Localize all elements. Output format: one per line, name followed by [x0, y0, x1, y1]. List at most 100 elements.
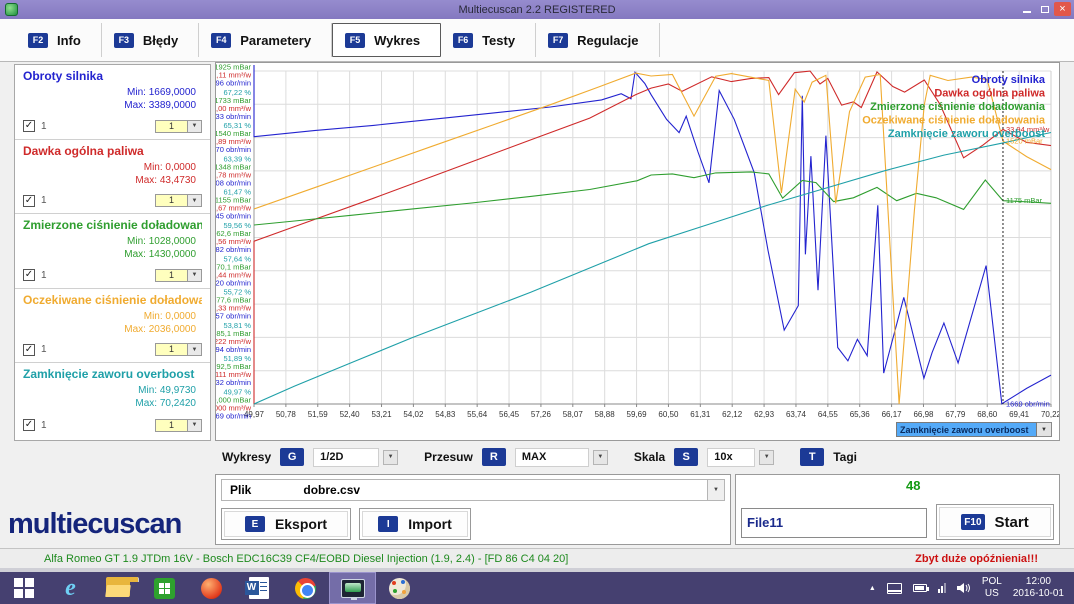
parameter-scale-select[interactable]: 1▼ [155, 343, 202, 356]
tab-info[interactable]: F2 Info [16, 23, 102, 57]
chevron-down-icon[interactable]: ▼ [1037, 422, 1052, 437]
chevron-down-icon[interactable]: ▼ [383, 450, 398, 465]
tagi-label[interactable]: Tagi [833, 450, 857, 464]
chevron-down-icon[interactable]: ▼ [188, 269, 202, 282]
wykresy-select[interactable]: 1/2D ▼ [313, 448, 398, 467]
file-select[interactable]: Plik dobre.csv ▼ [221, 479, 725, 501]
maximize-button[interactable] [1036, 2, 1053, 16]
chart-panel[interactable]: 49,9750,7851,5952,4053,2154,0254,8355,64… [215, 62, 1060, 441]
cursor-value-label: 1669 obr/min [1006, 400, 1050, 409]
parameter-min: Min: 0,0000 [23, 161, 202, 174]
parameter-max: Max: 2036,0000 [23, 323, 202, 336]
x-tick-label: 61,31 [690, 410, 711, 419]
status-bar: Alfa Romeo GT 1.9 JTDm 16V - Bosch EDC16… [0, 548, 1074, 568]
start-button[interactable]: F10 Start [936, 504, 1054, 540]
tray-window-icon[interactable] [887, 583, 902, 594]
eksport-button[interactable]: E Eksport [221, 508, 351, 540]
chart-svg[interactable]: 49,9750,7851,5952,4053,2154,0254,8355,64… [216, 63, 1059, 440]
palette-icon [389, 578, 410, 599]
multiecuscan-taskbar-button[interactable] [329, 572, 376, 604]
tab-parametery[interactable]: F4 Parametery [199, 23, 332, 57]
x-tick-label: 62,12 [722, 410, 743, 419]
file-panel: Plik dobre.csv ▼ E Eksport I Import [215, 474, 731, 545]
chevron-down-icon[interactable]: ▼ [188, 120, 202, 133]
x-tick-label: 68,60 [977, 410, 998, 419]
chevron-down-icon[interactable]: ▼ [593, 450, 608, 465]
paint-app-button[interactable] [376, 572, 423, 604]
e-key-badge: E [245, 516, 265, 532]
close-button[interactable]: × [1054, 2, 1071, 16]
przesuw-select[interactable]: MAX ▼ [515, 448, 608, 467]
red-sphere-app-button[interactable] [188, 572, 235, 604]
network-signal-icon[interactable] [938, 583, 946, 593]
parameter-checkbox[interactable]: ✓ [23, 419, 35, 431]
language-line2: US [982, 588, 1002, 600]
x-tick-label: 58,88 [595, 410, 616, 419]
speaker-icon[interactable] [957, 582, 971, 594]
parameter-checkbox[interactable]: ✓ [23, 195, 35, 207]
parameter-checkbox[interactable]: ✓ [23, 120, 35, 132]
parameter-max: Max: 3389,0000 [23, 99, 202, 112]
tab-testy[interactable]: F6 Testy [441, 23, 536, 57]
tab-wykres-label: Wykres [374, 33, 420, 48]
import-button[interactable]: I Import [359, 508, 471, 540]
tab-bar: F2 Info F3 Błędy F4 Parametery F5 Wykres… [0, 19, 1074, 62]
chevron-down-icon[interactable]: ▼ [707, 480, 724, 500]
x-tick-label: 57,26 [531, 410, 552, 419]
y-axis-label: 2970 obr/min [216, 145, 251, 154]
x-tick-label: 56,45 [499, 410, 520, 419]
przesuw-select-value: MAX [515, 448, 589, 467]
x-tick-label: 64,55 [818, 410, 839, 419]
przesuw-label: Przesuw [424, 450, 473, 464]
parameter-scale-select[interactable]: 1▼ [155, 269, 202, 282]
legend-entry: Dawka ogólna paliwa [934, 88, 1046, 100]
parameter-channel: 1 [41, 121, 47, 132]
i-key-badge: I [378, 516, 398, 532]
parameter-scale-select[interactable]: 1▼ [155, 194, 202, 207]
f10-key-badge: F10 [961, 514, 984, 530]
chevron-down-icon[interactable]: ▼ [188, 343, 202, 356]
skala-select-value: 10x [707, 448, 755, 467]
parameter-checkbox[interactable]: ✓ [23, 344, 35, 356]
clock[interactable]: 12:00 2016-10-01 [1013, 576, 1064, 600]
parameter-checkbox[interactable]: ✓ [23, 269, 35, 281]
tab-info-label: Info [57, 33, 81, 48]
tab-regulacje[interactable]: F7 Regulacje [536, 23, 659, 57]
word-icon: W [249, 577, 269, 599]
x-tick-label: 50,78 [276, 410, 297, 419]
file-explorer-button[interactable] [94, 572, 141, 604]
parameter-title: Dawka ogólna paliwa [23, 144, 202, 158]
series-select[interactable]: Zamknięcie zaworu overboost ▼ [896, 422, 1052, 437]
minimize-button[interactable] [1018, 2, 1035, 16]
multiecuscan-icon [341, 579, 365, 598]
record-panel: 48 File11 F10 Start [735, 474, 1060, 545]
chrome-button[interactable] [282, 572, 329, 604]
f6-key-badge: F6 [453, 33, 473, 48]
parameter-scale-value: 1 [155, 269, 188, 282]
filename-input[interactable]: File11 [741, 508, 927, 538]
skala-select[interactable]: 10x ▼ [707, 448, 774, 467]
tab-bledy[interactable]: F3 Błędy [102, 23, 199, 57]
parameter-sidebar: Obroty silnikaMin: 1669,0000Max: 3389,00… [14, 64, 211, 441]
store-button[interactable] [141, 572, 188, 604]
multiecuscan-logo: multiecuscan [8, 508, 181, 541]
chevron-down-icon[interactable]: ▼ [188, 419, 202, 432]
language-line1: POL [982, 576, 1002, 588]
parameter-title: Oczekiwane ciśnienie doładowania [23, 293, 202, 307]
parameter-scale-value: 1 [155, 343, 188, 356]
battery-icon[interactable] [913, 584, 927, 592]
parameter-scale-select[interactable]: 1▼ [155, 419, 202, 432]
window-title: Multiecuscan 2.2 REGISTERED [0, 4, 1074, 16]
parameter-min: Min: 0,0000 [23, 310, 202, 323]
parameter-scale-select[interactable]: 1▼ [155, 120, 202, 133]
clock-date: 2016-10-01 [1013, 588, 1064, 600]
word-button[interactable]: W [235, 572, 282, 604]
tab-wykres[interactable]: F5 Wykres [332, 23, 441, 57]
chevron-down-icon[interactable]: ▼ [759, 450, 774, 465]
language-indicator[interactable]: POL US [982, 576, 1002, 600]
start-menu-button[interactable] [0, 572, 47, 604]
internet-explorer-button[interactable]: e [47, 572, 94, 604]
tray-expand-icon[interactable]: ▲ [869, 585, 876, 592]
chevron-down-icon[interactable]: ▼ [188, 194, 202, 207]
parameter-group-2: Dawka ogólna paliwaMin: 0,0000Max: 43,47… [15, 140, 210, 215]
